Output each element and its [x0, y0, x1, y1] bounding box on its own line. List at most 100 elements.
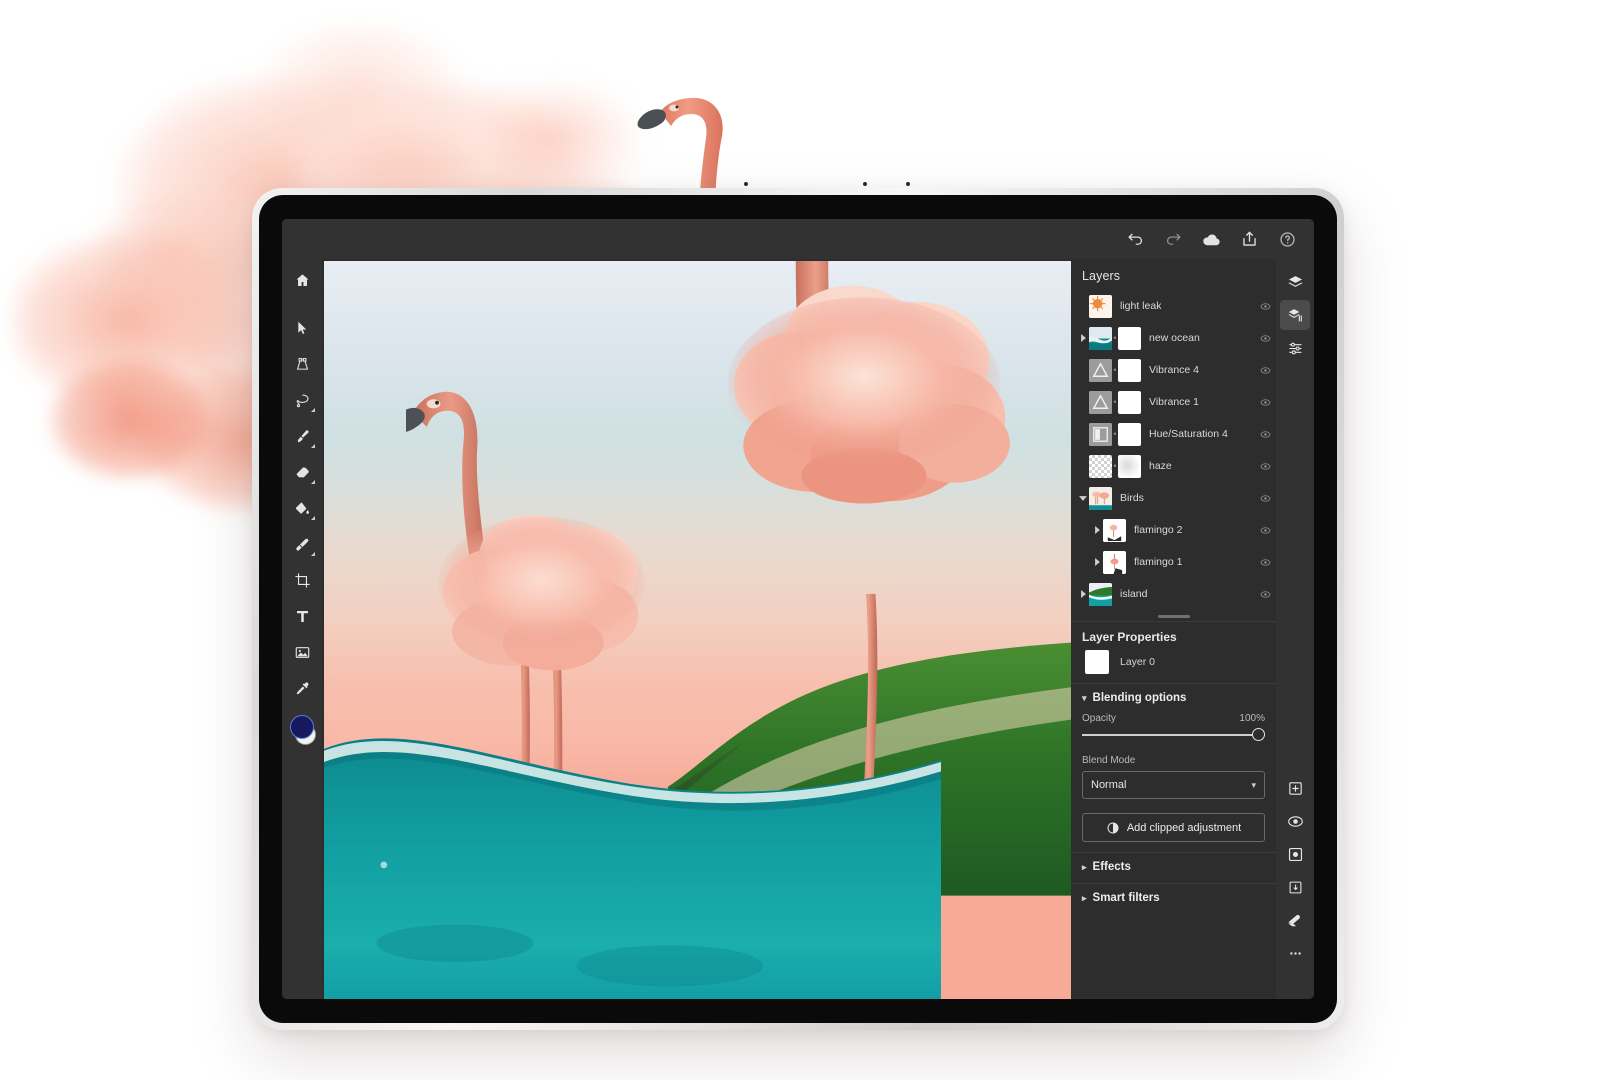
chevron-right-icon[interactable]	[1077, 590, 1089, 598]
layer-visibility-toggle[interactable]	[1254, 461, 1276, 472]
layers-panel: Layers light leak • new ocean • Vibrance 4 • V…	[1071, 259, 1276, 999]
brush-icon	[297, 429, 309, 442]
blend-mode-value: Normal	[1091, 779, 1127, 791]
layer-thumbnail[interactable]	[1089, 358, 1112, 382]
chevron-right-icon[interactable]	[1091, 526, 1103, 534]
help-icon	[1279, 231, 1295, 247]
canvas-area[interactable]	[322, 259, 1071, 999]
add-layer-icon	[1288, 781, 1302, 795]
share-button[interactable]	[1232, 222, 1266, 256]
layer-name: Birds	[1120, 492, 1144, 504]
foreground-color-swatch[interactable]	[290, 715, 314, 739]
layer-thumbnail[interactable]	[1089, 422, 1112, 446]
chevron-down-icon[interactable]	[1077, 495, 1089, 502]
help-button[interactable]	[1270, 222, 1304, 256]
adjustment-layer-icon	[1288, 847, 1302, 861]
chevron-right-icon: ▸	[1082, 892, 1087, 903]
layer-row[interactable]: light leak	[1071, 290, 1276, 322]
undo-button[interactable]	[1118, 222, 1152, 256]
layer-visibility-toggle[interactable]	[1254, 365, 1276, 376]
layer-mask-thumbnail[interactable]	[1118, 358, 1141, 382]
layer-row[interactable]: • haze	[1071, 450, 1276, 482]
rail-mask-button[interactable]	[1280, 806, 1310, 836]
blend-mode-label: Blend Mode	[1082, 755, 1136, 766]
rail-layer-properties-button[interactable]	[1280, 300, 1310, 330]
chevron-right-icon[interactable]	[1091, 558, 1103, 566]
rail-add-layer-button[interactable]	[1280, 773, 1310, 803]
layer-visibility-toggle[interactable]	[1254, 397, 1276, 408]
rail-adjustment-layer-button[interactable]	[1280, 839, 1310, 869]
layer-row[interactable]: flamingo 2	[1071, 514, 1276, 546]
layer-thumbnail[interactable]	[1089, 582, 1112, 606]
tool-eraser[interactable]	[285, 455, 319, 489]
opacity-slider[interactable]	[1082, 728, 1265, 742]
layer-row[interactable]: • new ocean	[1071, 322, 1276, 354]
layer-visibility-toggle[interactable]	[1254, 301, 1276, 312]
layer-name: light leak	[1120, 300, 1162, 312]
tool-type[interactable]	[285, 599, 319, 633]
layer-row[interactable]: • Vibrance 1	[1071, 386, 1276, 418]
layer-thumbnail[interactable]	[1089, 486, 1112, 510]
blending-options-header[interactable]: ▾ Blending options	[1082, 692, 1265, 704]
layer-thumbnail[interactable]	[1089, 326, 1112, 350]
layer-row[interactable]: island	[1071, 578, 1276, 610]
chevron-right-icon[interactable]	[1077, 334, 1089, 342]
opacity-slider-handle[interactable]	[1252, 728, 1265, 741]
tool-brush[interactable]	[285, 419, 319, 453]
tool-fill[interactable]	[285, 491, 319, 525]
artboard[interactable]	[324, 261, 1071, 999]
tablet-bezel: Layers light leak • new ocean • Vibrance 4 • V…	[259, 182, 1337, 1023]
layer-mask-thumbnail[interactable]	[1118, 454, 1141, 478]
rail-adjustments-button[interactable]	[1280, 333, 1310, 363]
layer-visibility-toggle[interactable]	[1254, 429, 1276, 440]
undo-icon	[1127, 233, 1142, 245]
clipping-mask-icon	[1289, 881, 1301, 893]
redo-button[interactable]	[1156, 222, 1190, 256]
layer-thumbnail[interactable]	[1089, 454, 1112, 478]
workspace: Layers light leak • new ocean • Vibrance 4 • V…	[282, 259, 1314, 999]
home-button[interactable]	[285, 263, 319, 297]
delete-layer-icon	[1287, 914, 1300, 927]
layer-list: light leak • new ocean • Vibrance 4 • Vibrance…	[1071, 290, 1276, 610]
selected-layer-row[interactable]: Layer 0	[1071, 650, 1276, 683]
tool-spot-healing[interactable]	[285, 527, 319, 561]
tool-transform[interactable]	[285, 347, 319, 381]
layer-properties-panel: Layer Properties Layer 0 ▾ Blending opti…	[1071, 621, 1276, 914]
layer-row[interactable]: • Hue/Saturation 4	[1071, 418, 1276, 450]
blend-mode-select[interactable]: Normal ▾	[1082, 771, 1265, 799]
tool-move[interactable]	[285, 311, 319, 345]
layer-visibility-toggle[interactable]	[1254, 493, 1276, 504]
layer-visibility-toggle[interactable]	[1254, 333, 1276, 344]
tool-crop[interactable]	[285, 563, 319, 597]
layer-thumbnail[interactable]	[1089, 294, 1112, 318]
cloud-button[interactable]	[1194, 222, 1228, 256]
layer-row[interactable]: • Vibrance 4	[1071, 354, 1276, 386]
tool-eyedropper[interactable]	[285, 671, 319, 705]
layer-row[interactable]: Birds	[1071, 482, 1276, 514]
add-clipped-adjustment-button[interactable]: Add clipped adjustment	[1082, 813, 1265, 842]
layer-thumbnail[interactable]	[1089, 390, 1112, 414]
panel-resize-handle[interactable]	[1157, 615, 1190, 618]
tool-lasso[interactable]	[285, 383, 319, 417]
color-swatch[interactable]	[290, 715, 316, 745]
home-icon	[296, 273, 308, 286]
rail-more-button[interactable]	[1280, 938, 1310, 968]
rail-layers-button[interactable]	[1280, 267, 1310, 297]
tool-place-image[interactable]	[285, 635, 319, 669]
tool-flyout-indicator	[311, 552, 315, 556]
layer-visibility-toggle[interactable]	[1254, 589, 1276, 600]
smart-filters-header[interactable]: ▸ Smart filters	[1082, 892, 1265, 904]
layer-row[interactable]: flamingo 1	[1071, 546, 1276, 578]
layer-properties-icon	[1287, 308, 1302, 321]
rail-delete-layer-button[interactable]	[1280, 905, 1310, 935]
effects-header[interactable]: ▸ Effects	[1082, 861, 1265, 873]
layer-mask-thumbnail[interactable]	[1118, 390, 1141, 414]
layer-mask-thumbnail[interactable]	[1118, 326, 1141, 350]
layer-thumbnail[interactable]	[1103, 518, 1126, 542]
effects-section: ▸ Effects	[1071, 852, 1276, 883]
layer-visibility-toggle[interactable]	[1254, 557, 1276, 568]
layer-mask-thumbnail[interactable]	[1118, 422, 1141, 446]
rail-clipping-mask-button[interactable]	[1280, 872, 1310, 902]
layer-thumbnail[interactable]	[1103, 550, 1126, 574]
layer-visibility-toggle[interactable]	[1254, 525, 1276, 536]
